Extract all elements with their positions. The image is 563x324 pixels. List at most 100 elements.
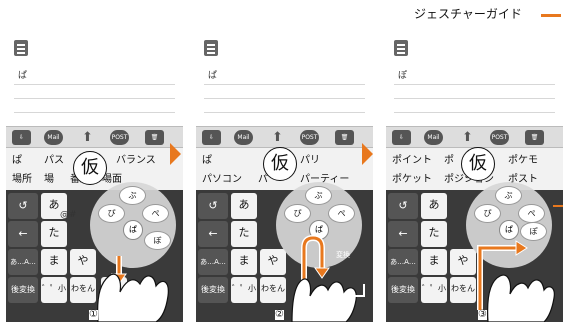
trash-icon[interactable]: 🗑 [335, 130, 354, 145]
save-icon[interactable]: ⇩ [12, 130, 31, 145]
flick-center[interactable]: ぱ [123, 220, 143, 240]
flick-down[interactable]: ぼ [144, 231, 171, 250]
flick-up[interactable]: ぷ [119, 186, 146, 205]
key-dakuten[interactable]: ゛゜小 [41, 277, 67, 303]
memo-icon [394, 40, 408, 56]
next-step-arrow [362, 143, 373, 165]
save-icon[interactable]: ⇩ [392, 130, 411, 145]
key-a[interactable]: あ [231, 193, 257, 219]
left-arrow-key[interactable]: ← [388, 221, 418, 247]
guide-title: ジェスチャーガイド [414, 7, 522, 21]
phone-screen-1: ぱ ⇩ Mail ⬆ POST 🗑 ぱ パス バランス 場所 場 番組 場面 ↺… [6, 30, 183, 322]
post-button[interactable]: POST [300, 130, 319, 145]
upload-icon[interactable]: ⬆ [458, 130, 477, 145]
upload-icon[interactable]: ⬆ [78, 130, 97, 145]
gesture-guide-figure: ジェスチャーガイド ぱ ⇩ Mail ⬆ POST 🗑 ぱ パス バランス 場所… [0, 0, 563, 324]
key-punct[interactable]: 。?! [101, 277, 127, 303]
toolbar: ⇩ Mail ⬆ POST 🗑 [6, 126, 183, 148]
flick-right[interactable]: ぺ [518, 204, 545, 223]
key-ma[interactable]: ま [41, 249, 67, 275]
mail-button[interactable]: Mail [234, 130, 253, 145]
candidate[interactable]: ポイント [392, 151, 432, 166]
keyboard: ↺ ← あ…A…1 後変換 あ た ま ゛゜小 や わをん ぷ ぴ ぺ ぽ ぱ [386, 182, 563, 322]
next-step-arrow [170, 143, 181, 165]
callout-line [553, 205, 563, 207]
memo-text: ぱ [208, 71, 218, 81]
keyboard: ↺ ← あ…A…1 後変換 あ た ま ゛゜小 や わをん ぷ ぴ ぺ ぱ 変換 [196, 182, 373, 322]
candidate[interactable]: パソコン [202, 170, 242, 185]
key-ya[interactable]: や [70, 249, 96, 275]
post-button[interactable]: POST [490, 130, 509, 145]
trash-icon[interactable]: 🗑 [525, 130, 544, 145]
flick-highlight[interactable]: ぽ [520, 222, 547, 241]
flick-left[interactable]: ぴ [474, 204, 501, 223]
undo-key[interactable]: ↺ [198, 193, 228, 219]
undo-key[interactable]: ↺ [8, 193, 38, 219]
key-ma[interactable]: ま [421, 249, 447, 275]
memo-text: ぱ [18, 71, 28, 81]
candidate[interactable]: パス [44, 151, 64, 166]
candidate[interactable]: パリ [300, 151, 320, 166]
reconvert-key[interactable]: 後変換 [388, 277, 418, 303]
flick-left[interactable]: ぴ [284, 204, 311, 223]
flick-guide: ぷ ぴ ぺ ぼ ぱ [90, 182, 176, 268]
key-dakuten[interactable]: ゛゜小 [421, 277, 447, 303]
step-number: ② [275, 309, 284, 320]
upload-icon[interactable]: ⬆ [268, 130, 287, 145]
key-ya[interactable]: や [450, 249, 476, 275]
key-ya[interactable]: や [260, 249, 286, 275]
guide-accent-bar [541, 14, 561, 17]
mode-switch-key[interactable]: あ…A…1 [388, 249, 418, 292]
flick-center[interactable]: ぱ [309, 220, 329, 240]
left-arrow-key[interactable]: ← [198, 221, 228, 247]
key-wa[interactable]: わをん [70, 277, 96, 303]
memo-icon [204, 40, 218, 56]
candidate[interactable]: ポケット [392, 170, 432, 185]
phone-screen-3: ぽ ⇩ Mail ⬆ POST 🗑 ポイント ポ ポケモ ポケット ポスト ポジ… [386, 30, 563, 322]
flick-right[interactable]: ぺ [328, 204, 355, 223]
undo-key[interactable]: ↺ [388, 193, 418, 219]
post-button[interactable]: POST [110, 130, 129, 145]
key-wa[interactable]: わをん [260, 277, 286, 303]
reconvert-key[interactable]: 後変換 [8, 277, 38, 303]
candidate[interactable]: 場所 [12, 170, 32, 185]
keyboard: ↺ ← あ…A…1 後変換 あ た ま ゛゜小 や わをん 。?! ぷ ぴ ぺ … [6, 182, 183, 322]
candidate[interactable]: ポ [444, 151, 454, 166]
mail-button[interactable]: Mail [424, 130, 443, 145]
trash-icon[interactable]: 🗑 [145, 130, 164, 145]
key-a[interactable]: あ [421, 193, 447, 219]
memo-area: ぽ [386, 30, 563, 126]
kana-mode-indicator: 仮 [73, 151, 107, 185]
candidate[interactable]: バランス [116, 151, 156, 166]
candidate[interactable]: ぱ [202, 151, 212, 166]
toolbar: ⇩ Mail ⬆ POST 🗑 [386, 126, 563, 148]
key-ma[interactable]: ま [231, 249, 257, 275]
step-number: ③ [478, 309, 487, 320]
key-wa[interactable]: わをん [450, 277, 476, 303]
memo-area: ぱ [6, 30, 183, 126]
flick-up[interactable]: ぷ [495, 186, 522, 205]
reconvert-key[interactable]: 後変換 [198, 277, 228, 303]
candidate[interactable]: ぱ [12, 151, 22, 166]
step-number: ① [89, 309, 98, 320]
convert-label: 変換 [336, 251, 350, 259]
key-sublabel: @# [60, 210, 77, 220]
memo-area: ぱ [196, 30, 373, 126]
candidate[interactable]: ポケモ [508, 151, 538, 166]
flick-center[interactable]: ぱ [499, 220, 519, 240]
memo-icon [14, 40, 28, 56]
mail-button[interactable]: Mail [44, 130, 63, 145]
flick-left[interactable]: ぴ [98, 204, 125, 223]
key-dakuten[interactable]: ゛゜小 [231, 277, 257, 303]
left-arrow-key[interactable]: ← [8, 221, 38, 247]
save-icon[interactable]: ⇩ [202, 130, 221, 145]
key-ta[interactable]: た [41, 221, 67, 247]
mode-switch-key[interactable]: あ…A…1 [8, 249, 38, 292]
candidate[interactable]: 場 [44, 170, 54, 185]
flick-right[interactable]: ぺ [142, 204, 169, 223]
key-ta[interactable]: た [421, 221, 447, 247]
kana-mode-indicator: 仮 [461, 147, 495, 181]
key-ta[interactable]: た [231, 221, 257, 247]
mode-switch-key[interactable]: あ…A…1 [198, 249, 228, 292]
flick-up[interactable]: ぷ [305, 186, 332, 205]
